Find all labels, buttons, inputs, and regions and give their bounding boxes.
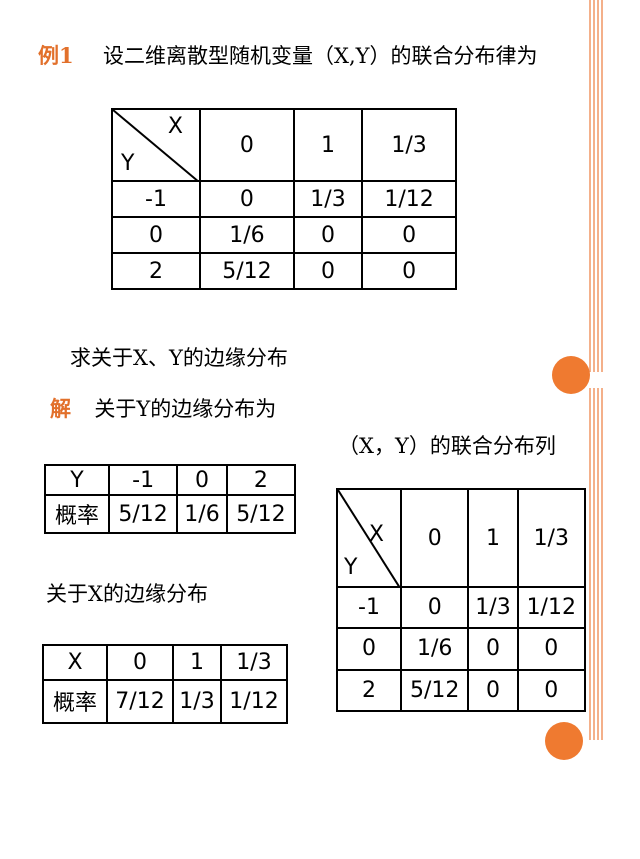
table-cell: 0 — [106, 644, 174, 681]
bottom-slide-stripe — [589, 388, 603, 740]
column-header: 1 — [292, 108, 364, 182]
table-cell: 1/12 — [361, 180, 457, 218]
table-row: X 0 1 1/3 — [42, 644, 288, 681]
table-cell: -1 — [107, 463, 179, 497]
table-row: 2 5/12 0 0 — [111, 252, 457, 290]
table-row: 概率 7/12 1/3 1/12 — [42, 678, 288, 725]
joint-distribution-table: X Y 0 1 1/3 -1 0 1/3 1/12 0 1/6 0 0 2 5/… — [111, 108, 457, 290]
y-marginal-text: 关于Y的边缘分布为 — [94, 397, 277, 421]
corner-x-label: X — [167, 114, 183, 139]
table-cell: 1/3 — [292, 180, 364, 218]
table-cell: 0 — [361, 216, 457, 254]
table-row: 0 1/6 0 0 — [336, 627, 587, 671]
table-cell: 概率 — [44, 494, 110, 534]
table-cell: 7/12 — [106, 678, 174, 725]
table-row: -1 0 1/3 1/12 — [111, 180, 457, 218]
table-cell: 1 — [171, 644, 223, 681]
solution-label: 解 — [50, 396, 71, 421]
table-cell: 1/6 — [199, 216, 295, 254]
column-header: 1/3 — [361, 108, 457, 182]
joint-caption: （X，Y）的联合分布列 — [338, 434, 556, 458]
table-corner-cell: X Y — [111, 108, 201, 182]
top-slide-corner-dot — [552, 356, 590, 394]
table-cell: 5/12 — [107, 494, 179, 534]
x-marginal-text: 关于X的边缘分布 — [46, 582, 208, 606]
column-header: 1 — [467, 488, 519, 588]
row-header: 0 — [336, 627, 402, 671]
table-cell: 0 — [292, 216, 364, 254]
top-slide-stripe — [589, 0, 603, 372]
table-cell: 0 — [361, 252, 457, 290]
example-label: 例1 — [38, 43, 74, 68]
table-cell: 1/3 — [467, 585, 519, 630]
table-cell: 概率 — [42, 678, 108, 725]
table-row: 概率 5/12 1/6 5/12 — [44, 494, 297, 534]
table-cell: 0 — [467, 668, 519, 713]
table-cell: 1/6 — [176, 494, 228, 534]
corner-x-label: X — [368, 522, 384, 547]
row-header: -1 — [336, 585, 402, 630]
row-header: 0 — [111, 216, 201, 254]
table-row: Y -1 0 2 — [44, 463, 297, 497]
table-cell: 0 — [199, 180, 295, 218]
table-cell: Y — [44, 463, 110, 497]
table-cell: 5/12 — [225, 494, 297, 534]
table-cell: 0 — [292, 252, 364, 290]
question-text: 求关于X、Y的边缘分布 — [70, 346, 288, 370]
corner-y-label: Y — [344, 555, 358, 580]
x-marginal-table: X 0 1 1/3 概率 7/12 1/3 1/12 — [42, 644, 288, 725]
table-corner-cell: X Y — [336, 488, 402, 588]
table-row: 0 1/6 0 0 — [111, 216, 457, 254]
table-row: 2 5/12 0 0 — [336, 668, 587, 713]
table-cell: 0 — [399, 585, 470, 630]
column-header: 1/3 — [516, 488, 587, 588]
row-header: -1 — [111, 180, 201, 218]
table-cell: 5/12 — [199, 252, 295, 290]
table-cell: 0 — [176, 463, 228, 497]
table-cell: 2 — [225, 463, 297, 497]
table-cell: 0 — [467, 627, 519, 671]
column-header: 0 — [399, 488, 470, 588]
column-header: 0 — [199, 108, 295, 182]
y-marginal-table: Y -1 0 2 概率 5/12 1/6 5/12 — [44, 463, 297, 534]
table-cell: 0 — [516, 668, 587, 713]
table-cell: 1/6 — [399, 627, 470, 671]
table-cell: X — [42, 644, 108, 681]
table-cell: 1/3 — [220, 644, 288, 681]
joint-distribution-table-2: X Y 0 1 1/3 -1 0 1/3 1/12 0 1/6 0 0 2 5/… — [336, 488, 587, 713]
example-heading: 例1 设二维离散型随机变量（X,Y）的联合分布律为 — [38, 40, 538, 70]
corner-y-label: Y — [121, 151, 135, 176]
table-cell: 1/12 — [220, 678, 288, 725]
row-header: 2 — [336, 668, 402, 713]
example-title: 设二维离散型随机变量（X,Y）的联合分布律为 — [103, 44, 538, 68]
table-row: -1 0 1/3 1/12 — [336, 585, 587, 630]
table-cell: 0 — [516, 627, 587, 671]
table-cell: 1/12 — [516, 585, 587, 630]
row-header: 2 — [111, 252, 201, 290]
solution-heading: 解 关于Y的边缘分布为 — [50, 393, 276, 423]
table-cell: 5/12 — [399, 668, 470, 713]
table-cell: 1/3 — [171, 678, 223, 725]
bottom-slide-corner-dot — [545, 722, 583, 760]
